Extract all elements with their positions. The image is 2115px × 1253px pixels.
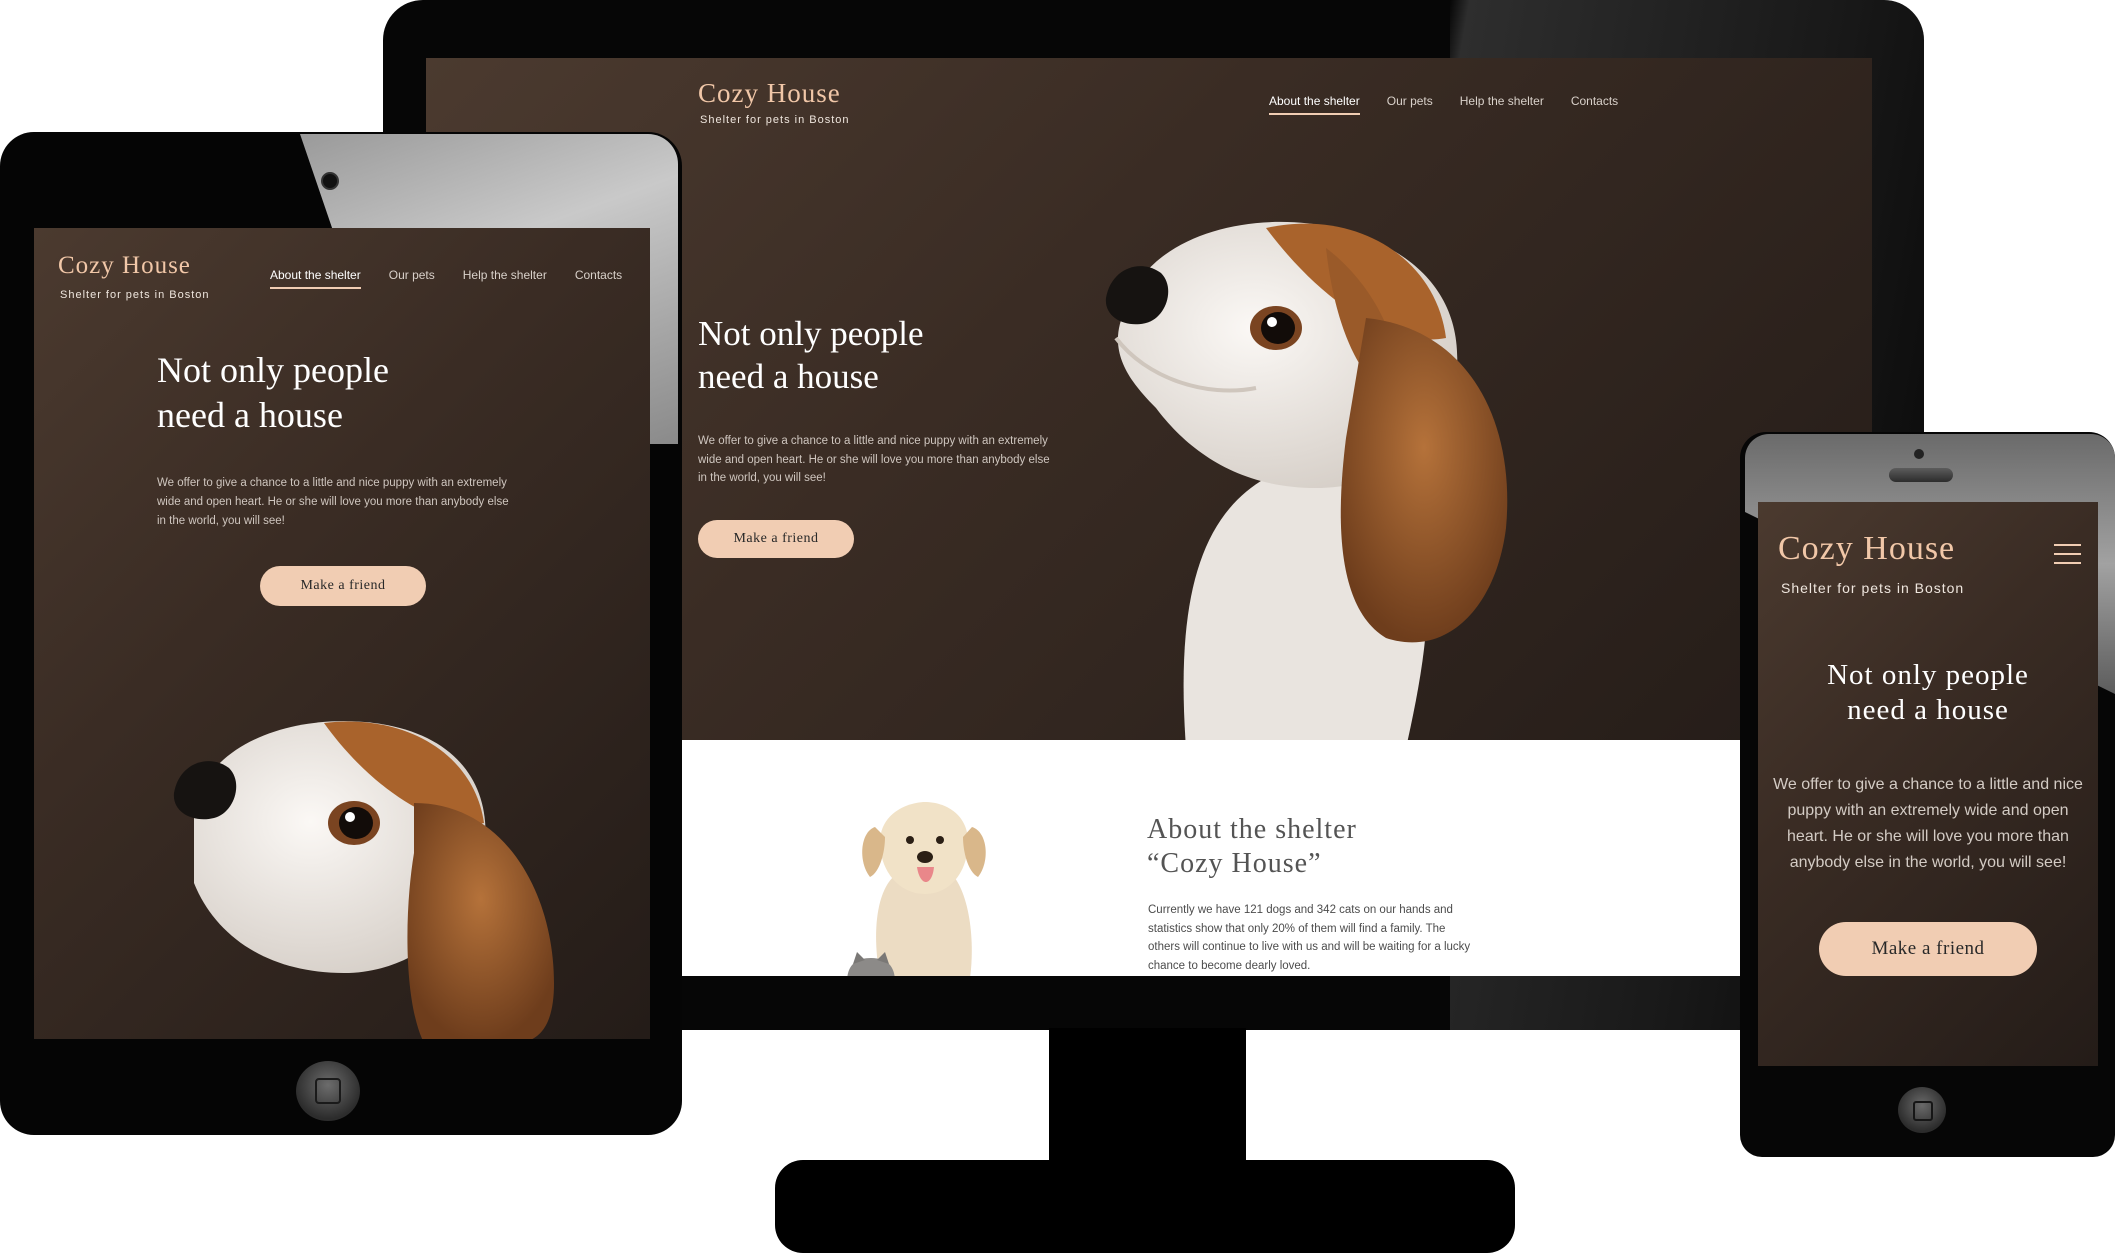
hero-text-line: wide and open heart. He or she will love… — [157, 496, 509, 509]
nav-about-the-shelter[interactable]: About the shelter — [270, 268, 361, 289]
desktop-about-section: About the shelter “Cozy House” Currently… — [680, 740, 1740, 976]
hero-text-line: We offer to give a chance to a little an… — [698, 435, 1048, 447]
nav-contacts[interactable]: Contacts — [1571, 94, 1618, 115]
about-title-line-1: About the shelter — [1147, 814, 1357, 845]
kitten-image — [847, 952, 895, 976]
hero-text-line: in the world, you will see! — [698, 472, 826, 485]
tablet-hero-title: Not only people need a house — [157, 348, 389, 437]
monitor-stand-neck — [1049, 1028, 1246, 1160]
nav-our-pets[interactable]: Our pets — [1387, 94, 1433, 115]
tablet-nav: About the shelter Our pets Help the shel… — [270, 268, 622, 289]
tablet-make-a-friend-button[interactable]: Make a friend — [260, 566, 426, 606]
tablet-screen: Cozy House Shelter for pets in Boston Ab… — [34, 228, 650, 1039]
hero-text-line: heart. He or she will love you more than — [1787, 827, 2069, 845]
hero-text-line: puppy with an extremely wide and open — [1787, 801, 2069, 819]
desktop-hero-title: Not only people need a house — [698, 312, 924, 399]
hero-title-line-1: Not only people — [157, 350, 389, 390]
desktop-hero-text: We offer to give a chance to a little an… — [698, 432, 1050, 488]
nav-contacts[interactable]: Contacts — [575, 268, 622, 289]
home-button-icon — [315, 1078, 341, 1104]
nav-our-pets[interactable]: Our pets — [389, 268, 435, 289]
nav-about-the-shelter[interactable]: About the shelter — [1269, 94, 1360, 115]
phone-make-a-friend-button[interactable]: Make a friend — [1819, 922, 2037, 976]
tablet-tagline: Shelter for pets in Boston — [60, 289, 210, 301]
about-title-line-2: “Cozy House” — [1147, 848, 1322, 880]
about-text-line: Currently we have 121 dogs and 342 cats … — [1148, 904, 1453, 916]
hero-title-line-1: Not only people — [698, 314, 924, 353]
nav-help-the-shelter[interactable]: Help the shelter — [1460, 94, 1544, 115]
hero-text-line: We offer to give a chance to a little an… — [157, 477, 507, 489]
hero-text-line: wide and open heart. He or she will love… — [698, 453, 1050, 466]
hero-text-line: anybody else in the world, you will see! — [1789, 853, 2067, 871]
hamburger-menu-icon[interactable] — [2054, 544, 2081, 564]
phone-hero-text: We offer to give a chance to a little an… — [1758, 772, 2098, 876]
hero-title-line-2: need a house — [698, 357, 879, 397]
about-title: About the shelter “Cozy House” — [1147, 813, 1357, 881]
phone-screen: Cozy House Shelter for pets in Boston No… — [1758, 502, 2098, 1066]
desktop-nav: About the shelter Our pets Help the shel… — [1269, 94, 1618, 115]
hero-text-line: We offer to give a chance to a little an… — [1773, 776, 2083, 793]
about-text-line: others will continue to live with us and… — [1148, 941, 1471, 954]
tablet-puppy-image — [173, 721, 554, 1039]
desktop-logo[interactable]: Cozy House — [698, 78, 841, 109]
tablet-logo[interactable]: Cozy House — [58, 252, 191, 280]
desktop-tagline: Shelter for pets in Boston — [700, 114, 850, 126]
hero-text-line: in the world, you will see! — [157, 515, 285, 528]
nav-help-the-shelter[interactable]: Help the shelter — [463, 268, 547, 289]
desktop-puppy-image — [1105, 221, 1508, 740]
golden-retriever-image — [862, 802, 986, 976]
about-text-line: chance to become dearly loved. — [1148, 959, 1311, 972]
phone-camera — [1914, 449, 1924, 459]
hero-title-line-2: need a house — [1847, 693, 2009, 726]
desktop-make-a-friend-button[interactable]: Make a friend — [698, 520, 854, 558]
home-button-icon — [1913, 1101, 1933, 1121]
tablet-hero-text: We offer to give a chance to a little an… — [157, 474, 509, 531]
hero-title-line-2: need a house — [157, 394, 343, 435]
phone-hero-title: Not only people need a house — [1758, 658, 2098, 728]
hero-title-line-1: Not only people — [1827, 659, 2029, 691]
phone-speaker — [1889, 468, 1953, 482]
tablet-camera — [321, 172, 339, 190]
phone-logo[interactable]: Cozy House — [1778, 530, 1955, 568]
phone-tagline: Shelter for pets in Boston — [1781, 580, 1965, 596]
about-text-line: statistics show that only 20% of them wi… — [1148, 922, 1446, 935]
monitor-stand-base — [775, 1160, 1515, 1253]
about-text: Currently we have 121 dogs and 342 cats … — [1148, 901, 1470, 976]
